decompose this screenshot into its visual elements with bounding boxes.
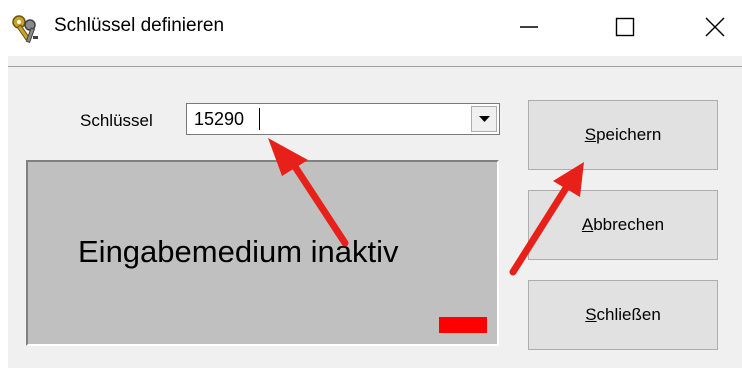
dropdown-button[interactable]: [471, 106, 497, 132]
status-text: Eingabemedium inaktiv: [78, 234, 399, 269]
status-indicator: [439, 317, 487, 333]
text-caret: [259, 108, 260, 130]
window-frame: [8, 56, 742, 66]
save-button-label: Speichern: [584, 125, 662, 144]
keys-icon: [10, 14, 40, 44]
close-window-button[interactable]: [690, 8, 740, 46]
chevron-down-icon: [479, 116, 490, 122]
title-bar: Schlüssel definieren: [0, 0, 742, 56]
minimize-icon: [520, 26, 538, 28]
close-button-label: Schließen: [585, 305, 661, 324]
cancel-button-label: Abbrechen: [581, 215, 665, 234]
minimize-button[interactable]: [504, 8, 554, 46]
window-title: Schlüssel definieren: [54, 15, 225, 36]
key-label: Schlüssel: [80, 111, 153, 130]
maximize-button[interactable]: [600, 8, 650, 46]
cancel-button[interactable]: Abbrechen: [528, 190, 718, 260]
input-medium-panel: Eingabemedium inaktiv: [26, 160, 499, 346]
key-combobox[interactable]: 15290: [186, 103, 500, 135]
maximize-icon: [615, 17, 635, 37]
close-button[interactable]: Schließen: [528, 280, 718, 350]
close-icon: [705, 17, 725, 37]
key-input[interactable]: 15290: [194, 109, 244, 130]
save-button[interactable]: Speichern: [528, 100, 718, 170]
